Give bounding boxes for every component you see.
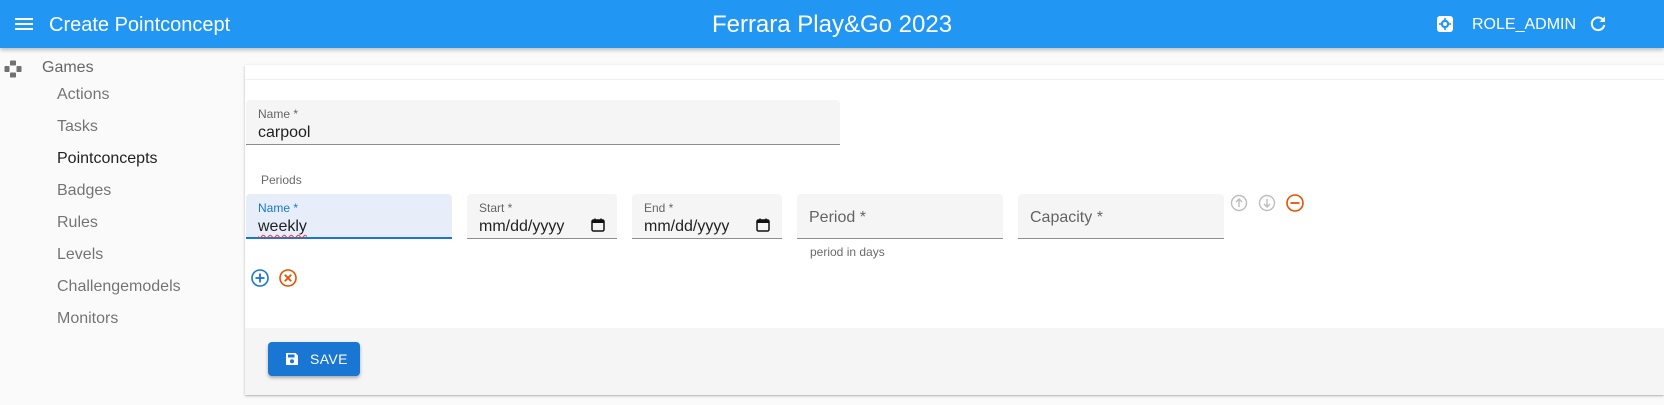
period-name-field[interactable]: Name * weekly [246,194,452,239]
start-date-label: Start * [479,201,513,215]
sidebar: Games Actions Tasks Pointconcepts Badges… [0,48,240,405]
name-field[interactable]: Name * carpool [246,100,840,145]
save-label: SAVE [310,351,348,367]
form-toolbar: SAVE [245,328,1664,395]
capacity-placeholder: Capacity * [1030,209,1103,226]
form-card: Name * carpool Periods Name * weekly Sta… [245,65,1664,395]
save-button[interactable]: SAVE [268,342,360,376]
sidebar-item-levels[interactable]: Levels [57,245,103,265]
capacity-field[interactable]: Capacity * [1018,194,1224,239]
add-icon[interactable] [250,268,270,288]
end-date-field[interactable]: End * mm/dd/yyyy [632,194,782,239]
sidebar-item-badges[interactable]: Badges [57,181,111,201]
period-name-value: weekly [258,218,307,235]
refresh-icon[interactable] [1588,14,1608,34]
start-date-value: mm/dd/yyyy [479,218,565,235]
sidebar-item-pointconcepts[interactable]: Pointconcepts [57,149,158,169]
app-name: Ferrara Play&Go 2023 [711,11,953,38]
end-date-label: End * [644,201,674,215]
role-label: ROLE_ADMIN [1472,16,1577,33]
name-field-value: carpool [258,124,311,141]
period-days-helper: period in days [810,245,885,259]
page-title: Create Pointconcept [49,14,231,36]
period-days-field[interactable]: Period * [797,194,1003,239]
start-date-field[interactable]: Start * mm/dd/yyyy [467,194,617,239]
calendar-icon[interactable] [756,218,770,232]
save-icon [286,353,298,365]
sidebar-item-challengemodels[interactable]: Challengemodels [57,277,181,297]
sidebar-item-tasks[interactable]: Tasks [57,117,98,137]
end-date-value: mm/dd/yyyy [644,218,730,235]
sidebar-item-actions[interactable]: Actions [57,85,109,105]
sidebar-item-label: Games [42,59,94,76]
calendar-icon[interactable] [591,218,605,232]
name-field-label: Name * [258,107,299,121]
clear-icon[interactable] [278,268,298,288]
move-up-icon[interactable] [1229,193,1249,213]
games-icon [4,60,22,78]
period-name-label: Name * [258,201,299,215]
periods-label: Periods [261,173,302,187]
remove-icon[interactable] [1285,193,1305,213]
menu-icon[interactable] [12,12,36,36]
sidebar-item-monitors[interactable]: Monitors [57,309,118,329]
divider [245,79,1664,80]
move-down-icon[interactable] [1257,193,1277,213]
sidebar-item-games[interactable]: Games [0,56,240,82]
settings-icon[interactable] [1436,15,1454,33]
app-bar: Create Pointconcept Ferrara Play&Go 2023… [0,0,1664,48]
sidebar-item-rules[interactable]: Rules [57,213,98,233]
period-days-placeholder: Period * [809,209,866,226]
